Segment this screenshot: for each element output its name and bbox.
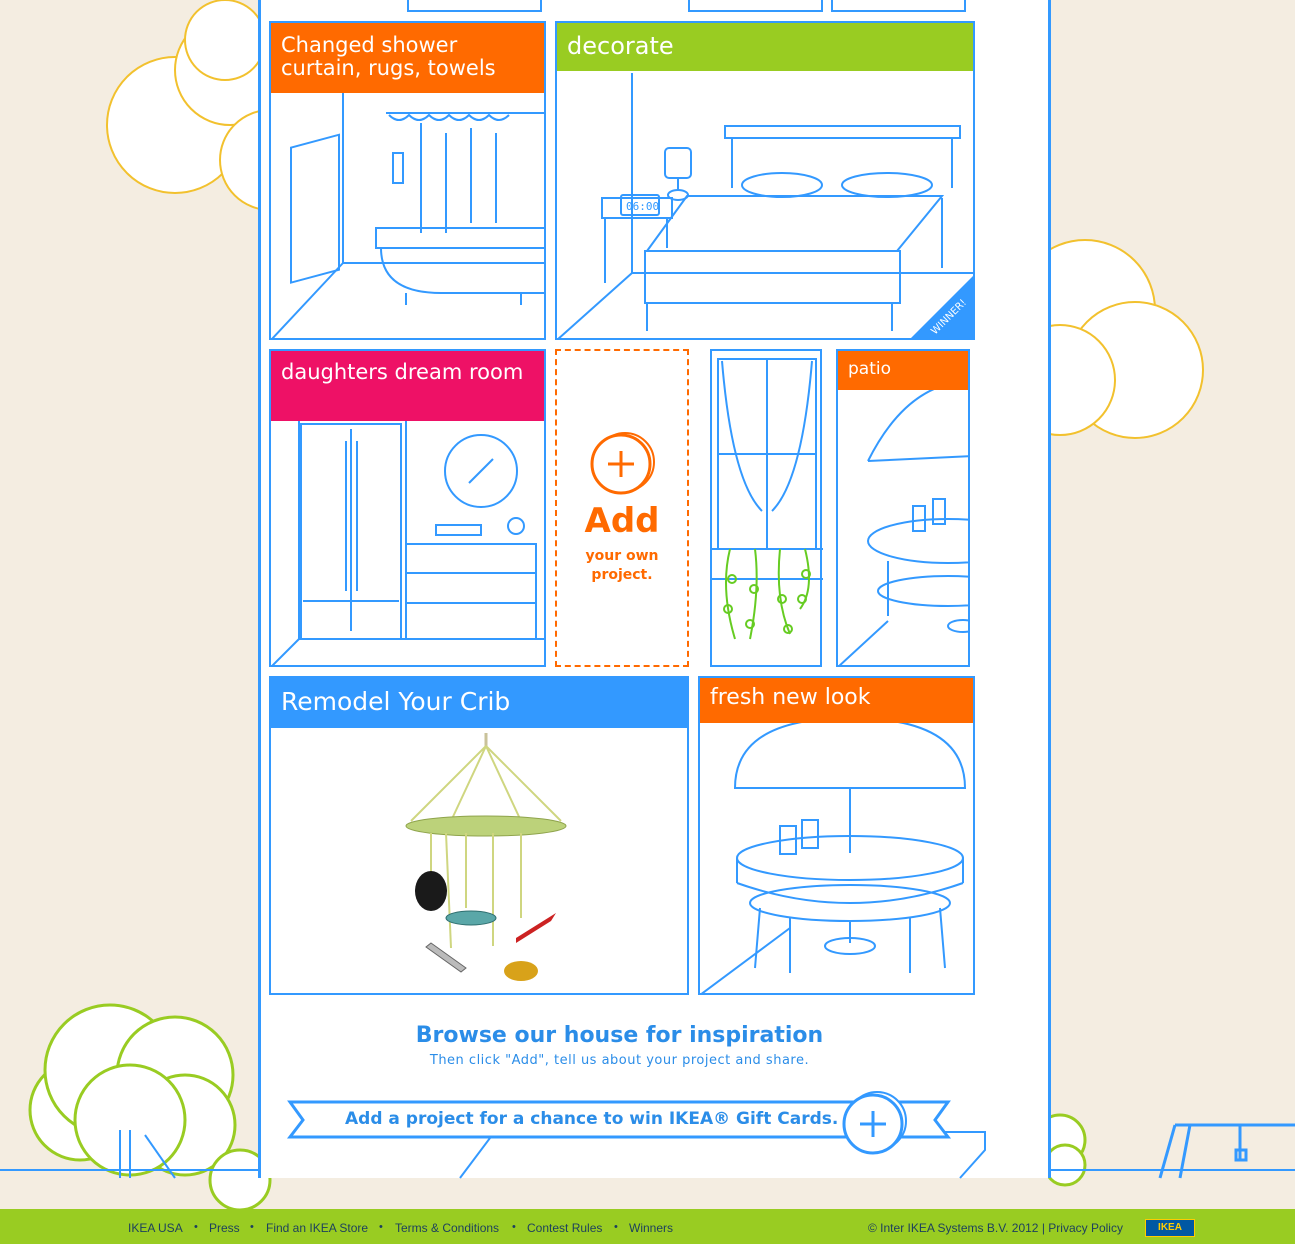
top-partial-tiles — [407, 0, 966, 12]
cta-text[interactable]: Add a project for a chance to win IKEA® … — [345, 1109, 838, 1129]
tile-window-planter[interactable] — [710, 349, 823, 667]
browse-heading: Browse our house for inspiration — [415, 1023, 824, 1048]
browse-subtitle: Then click "Add", tell us about your pro… — [429, 1053, 810, 1068]
footer: IKEA USA • Press • Find an IKEA Store • … — [0, 1209, 1295, 1244]
footer-separator: • — [379, 1221, 383, 1233]
patio-illustration — [838, 380, 968, 665]
footer-copyright: © Inter IKEA Systems B.V. 2012 | Privacy… — [868, 1221, 1123, 1235]
window-planter-illustration — [710, 349, 823, 667]
copyright-text: © Inter IKEA Systems B.V. 2012 — [868, 1221, 1039, 1235]
add-project-button[interactable]: Add your own project. — [555, 349, 689, 667]
tile-patio-project[interactable]: patio — [836, 349, 970, 667]
footer-link-find-store[interactable]: Find an IKEA Store — [266, 1221, 368, 1235]
tree-left — [28, 1003, 237, 1177]
footer-link-privacy[interactable]: Privacy Policy — [1048, 1221, 1123, 1235]
ikea-logo[interactable]: IKEA — [1145, 1219, 1195, 1237]
footer-separator: • — [512, 1221, 516, 1233]
tile-title: decorate — [557, 23, 973, 71]
footer-link-ikea-usa[interactable]: IKEA USA — [128, 1221, 183, 1235]
footer-link-contest-rules[interactable]: Contest Rules — [527, 1221, 602, 1235]
tile-fresh-look-project[interactable]: fresh new look — [698, 676, 975, 995]
footer-separator: • — [614, 1221, 618, 1233]
footer-separator: • — [250, 1221, 254, 1233]
add-label: Add — [584, 501, 660, 541]
add-sublabel: your own project. — [585, 548, 659, 583]
add-plus-icon — [590, 432, 655, 495]
footer-separator: • — [194, 1221, 198, 1233]
tile-title: fresh new look — [700, 678, 973, 723]
tile-shower-project[interactable]: Changed shower curtain, rugs, towels — [269, 21, 546, 340]
patio-table-illustration — [701, 716, 967, 993]
tile-title: Remodel Your Crib — [271, 678, 687, 728]
tile-crib-project[interactable]: Remodel Your Crib — [269, 676, 689, 995]
clock-display: 06:00 — [626, 200, 659, 213]
tile-decorate-project[interactable]: 06:00 WINNER! decorate — [555, 21, 975, 340]
cta-plus-icon[interactable] — [840, 1088, 910, 1158]
tile-title: daughters dream room — [271, 351, 544, 421]
footer-link-press[interactable]: Press — [209, 1221, 240, 1235]
tile-daughters-room-project[interactable]: daughters dream room — [269, 349, 546, 667]
tile-title: Changed shower curtain, rugs, towels — [271, 23, 544, 93]
footer-link-winners[interactable]: Winners — [629, 1221, 673, 1235]
footer-link-terms[interactable]: Terms & Conditions — [395, 1221, 499, 1235]
tile-title: patio — [838, 351, 968, 390]
